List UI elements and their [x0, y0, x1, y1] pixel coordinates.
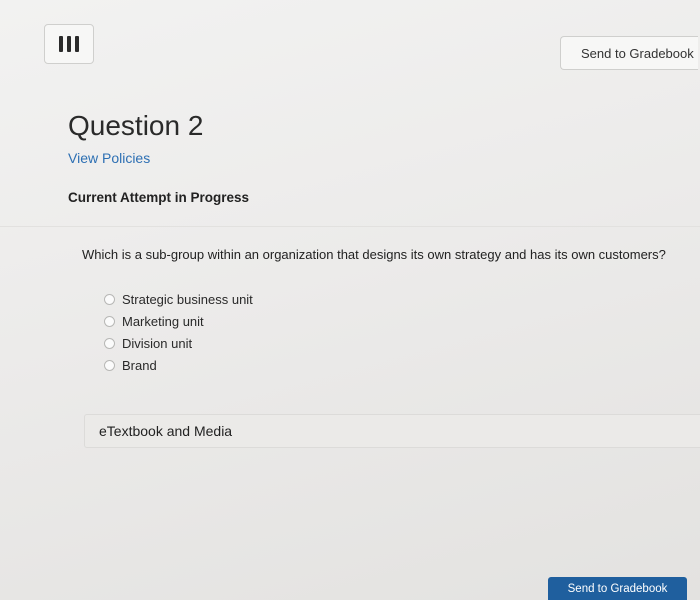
answer-options: Strategic business unit Marketing unit D… [104, 288, 253, 376]
view-policies-link[interactable]: View Policies [68, 150, 150, 166]
option-strategic-business-unit[interactable]: Strategic business unit [104, 288, 253, 310]
attempt-status: Current Attempt in Progress [68, 190, 250, 205]
option-label: Brand [122, 357, 157, 373]
radio-button[interactable] [104, 315, 115, 327]
question-prompt: Which is a sub-group within an organizat… [82, 247, 666, 262]
radio-button[interactable] [104, 293, 115, 305]
etextbook-and-media-panel[interactable]: eTextbook and Media [84, 414, 700, 448]
option-label: Marketing unit [122, 313, 204, 329]
option-brand[interactable]: Brand [104, 354, 253, 376]
menu-icon [59, 36, 79, 52]
radio-button[interactable] [104, 337, 115, 349]
send-to-gradebook-button[interactable]: Send to Gradebook [560, 36, 698, 70]
question-title: Question 2 [68, 110, 204, 141]
menu-button[interactable] [44, 24, 94, 64]
option-division-unit[interactable]: Division unit [104, 332, 253, 354]
send-to-gradebook-bottom-button[interactable]: Send to Gradebook [548, 577, 687, 600]
radio-button[interactable] [104, 359, 115, 371]
option-label: Division unit [122, 335, 193, 351]
option-label: Strategic business unit [122, 291, 253, 307]
option-marketing-unit[interactable]: Marketing unit [104, 310, 253, 332]
divider [0, 226, 700, 227]
